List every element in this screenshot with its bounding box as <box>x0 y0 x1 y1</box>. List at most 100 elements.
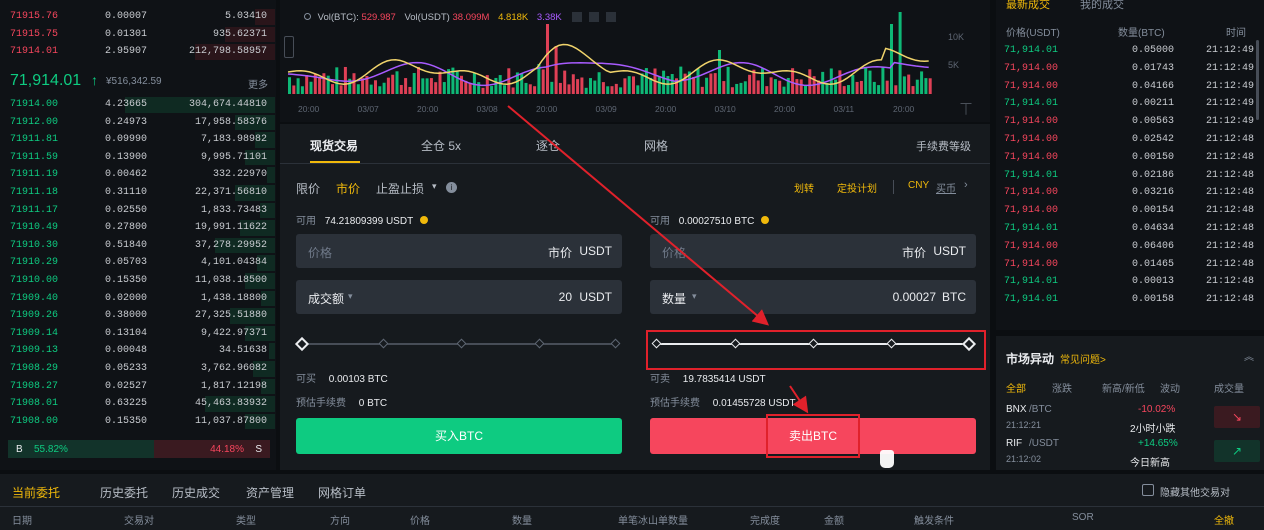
bid-row[interactable]: 71908.01 0.63225 45,463.83932 <box>0 395 275 413</box>
bid-total: 22,371.56810 <box>194 187 267 198</box>
transfer-link[interactable]: 划转 <box>794 180 814 195</box>
buy-slider-handle[interactable] <box>294 336 310 352</box>
buy-price-input[interactable]: 价格 市价 USDT <box>296 234 622 268</box>
bid-row[interactable]: 71911.59 0.13900 9,995.71101 <box>0 149 275 167</box>
ratio-s-pct: 44.18% <box>210 444 244 455</box>
bid-row[interactable]: 71911.19 0.00462 332.22970 <box>0 166 275 184</box>
orders-column-header[interactable]: 类型 <box>236 512 256 527</box>
collapse-icon[interactable]: ︽ <box>1244 348 1254 363</box>
buy-slider-mark-75[interactable] <box>534 338 545 349</box>
buy-add-funds-icon[interactable] <box>419 216 428 224</box>
orderbook-more-link[interactable]: 更多 <box>248 76 268 91</box>
bid-price: 71911.19 <box>10 169 59 181</box>
volume-bar <box>619 87 623 94</box>
sell-fee-value: 0.01455728 USDT <box>712 398 796 409</box>
tab-cross[interactable]: 全仓 5x <box>421 137 461 154</box>
trade-row: 71,914.01 0.04634 21:12:48 <box>996 220 1258 238</box>
bid-row[interactable]: 71908.27 0.02527 1,817.12198 <box>0 378 275 396</box>
market-item[interactable]: RIF/USDT 21:12:02 +14.65% 今日新高 ↗ <box>996 436 1264 469</box>
buy-slider-mark-50[interactable] <box>456 338 467 349</box>
ask-row[interactable]: 71914.01 2.95907 212,798.58957 <box>0 43 275 61</box>
bid-total: 304,674.44810 <box>188 99 267 110</box>
orders-tab[interactable]: 网格订单 <box>318 484 366 501</box>
market-desc: 今日新高 <box>1130 458 1170 469</box>
volume-bar <box>743 81 747 94</box>
sell-amount-type[interactable]: 数量 <box>662 290 686 307</box>
bid-row[interactable]: 71911.18 0.31110 22,371.56810 <box>0 184 275 202</box>
buy-btc-button[interactable]: 买入BTC <box>296 418 622 454</box>
tab-latest-trades[interactable]: 最新成交 <box>1006 0 1050 12</box>
sell-price-input[interactable]: 价格 市价 USDT <box>650 234 976 268</box>
volume-bar <box>571 74 575 94</box>
bid-row[interactable]: 71908.29 0.05233 3,762.96082 <box>0 360 275 378</box>
market-tab[interactable]: 波动 <box>1160 380 1180 395</box>
bid-row[interactable]: 71909.26 0.38000 27,325.51880 <box>0 307 275 325</box>
market-tabs: 全部 涨跌 新高/新低 波动 成交量 <box>1006 380 1256 395</box>
sell-amount-value[interactable]: 0.00027 <box>893 290 936 304</box>
bid-row[interactable]: 71908.00 0.15350 11,037.87800 <box>0 413 275 431</box>
volume-bar <box>524 82 528 94</box>
buy-crypto-link[interactable]: 买币 <box>936 180 956 195</box>
bid-row[interactable]: 71909.13 0.00048 34.51638 <box>0 342 275 360</box>
tab-grid[interactable]: 网格 <box>644 137 668 154</box>
info-icon[interactable]: i <box>446 182 457 193</box>
bid-row[interactable]: 71911.81 0.09990 7,183.98982 <box>0 131 275 149</box>
order-type-stop[interactable]: 止盈止损 <box>376 180 424 197</box>
ask-row[interactable]: 71915.76 0.00007 5.03410 <box>0 8 275 26</box>
volume-bar <box>601 82 605 94</box>
orders-tab[interactable]: 当前委托 <box>12 484 60 501</box>
market-tab[interactable]: 涨跌 <box>1052 380 1072 395</box>
buy-percent-slider[interactable] <box>294 336 622 352</box>
order-type-market[interactable]: 市价 <box>336 180 360 197</box>
plan-link[interactable]: 定投计划 <box>837 180 877 195</box>
orders-tab[interactable]: 历史成交 <box>172 484 220 501</box>
trend-up-icon: ↗ <box>1214 440 1260 462</box>
buy-amount-dropdown-icon[interactable]: ▾ <box>348 291 353 302</box>
tab-spot[interactable]: 现货交易 <box>310 137 358 154</box>
bid-row[interactable]: 71909.40 0.02000 1,438.18800 <box>0 290 275 308</box>
sell-add-funds-icon[interactable] <box>761 216 770 224</box>
orders-tab[interactable]: 资产管理 <box>246 484 294 501</box>
bid-row[interactable]: 71909.14 0.13104 9,422.97371 <box>0 325 275 343</box>
stop-dropdown-icon[interactable]: ▾ <box>432 181 437 192</box>
buy-amount-input[interactable]: 成交额 ▾ 20 USDT <box>296 280 622 314</box>
chart-fit-icon[interactable]: ⏉ <box>960 104 972 116</box>
hide-others-checkbox[interactable] <box>1142 484 1154 496</box>
orders-column-header[interactable]: 全撤 <box>1214 512 1234 527</box>
trade-amount: 0.04166 <box>1131 80 1174 92</box>
bid-row[interactable]: 71911.17 0.02550 1,833.73483 <box>0 202 275 220</box>
market-pair: BNX <box>1006 404 1027 415</box>
ask-row[interactable]: 71915.75 0.01301 935.62371 <box>0 26 275 44</box>
order-type-limit[interactable]: 限价 <box>296 180 320 197</box>
trades-scrollbar[interactable] <box>1256 40 1259 120</box>
orders-tab[interactable]: 历史委托 <box>100 484 148 501</box>
tab-my-trades[interactable]: 我的成交 <box>1080 0 1124 12</box>
orders-column-header[interactable]: 方向 <box>330 512 350 527</box>
fee-level-link[interactable]: 手续费等级 <box>916 138 971 154</box>
bid-amount: 0.15350 <box>104 415 147 427</box>
sell-amount-dropdown-icon[interactable]: ▾ <box>692 291 697 302</box>
volume-bar <box>657 77 661 94</box>
market-tab[interactable]: 新高/新低 <box>1102 380 1145 395</box>
buy-slider-mark-100[interactable] <box>610 338 621 349</box>
bid-row[interactable]: 71912.00 0.24973 17,958.58376 <box>0 114 275 132</box>
bid-row[interactable]: 71910.29 0.05703 4,101.04384 <box>0 254 275 272</box>
trade-row: 71,914.00 0.01743 21:12:49 <box>996 60 1258 78</box>
market-faq-link[interactable]: 常见问题> <box>1060 351 1106 366</box>
market-tab[interactable]: 全部 <box>1006 380 1026 395</box>
tab-isolated[interactable]: 逐仓 <box>536 137 560 154</box>
buy-slider-mark-25[interactable] <box>378 338 389 349</box>
sell-amount-input[interactable]: 数量 ▾ 0.00027 BTC <box>650 280 976 314</box>
bid-row[interactable]: 71910.00 0.15350 11,038.18500 <box>0 272 275 290</box>
orders-column-header: 完成度 <box>750 516 780 527</box>
bid-row[interactable]: 71914.00 4.23665 304,674.44810 <box>0 96 275 114</box>
buy-amount-type[interactable]: 成交额 <box>308 290 344 307</box>
market-tab[interactable]: 成交量 <box>1214 380 1244 395</box>
volume-chart[interactable] <box>280 10 940 100</box>
buy-amount-value[interactable]: 20 <box>559 290 572 304</box>
orders-column-header: SOR <box>1072 512 1094 523</box>
market-item[interactable]: BNX/BTC 21:12:21 -10.02% 2小时小跌 ↘ <box>996 402 1264 435</box>
bid-row[interactable]: 71910.30 0.51840 37,278.29952 <box>0 237 275 255</box>
chevron-right-icon[interactable]: › <box>964 179 968 191</box>
bid-row[interactable]: 71910.49 0.27800 19,991.11622 <box>0 219 275 237</box>
